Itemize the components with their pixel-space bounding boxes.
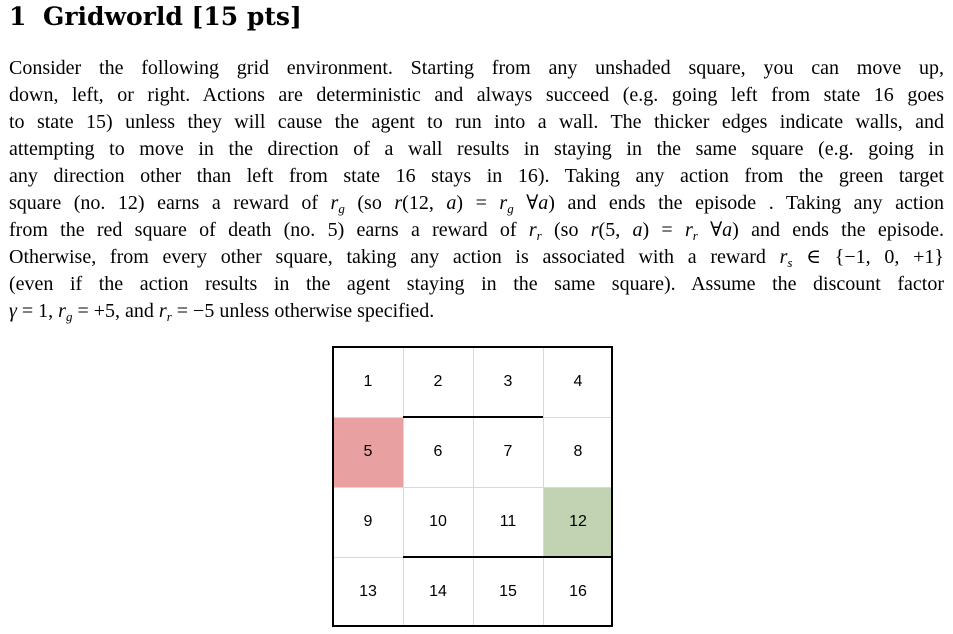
paragraph-text: r bbox=[158, 300, 167, 322]
paragraph-line: to state 15) unless they will cause the … bbox=[9, 109, 944, 136]
paragraph-text: Consider the following grid environment.… bbox=[9, 57, 944, 79]
paragraph-text: (so bbox=[344, 192, 395, 214]
paragraph-text: r bbox=[590, 219, 599, 241]
paragraph-line: γ = 1, rg = +5, and rr = −5 unless other… bbox=[9, 298, 944, 325]
paragraph-text: = +5, and bbox=[72, 300, 159, 322]
paragraph-text: (even if the action results in the agent… bbox=[9, 273, 944, 295]
paragraph-text: to state 15) unless they will cause the … bbox=[9, 111, 944, 133]
paragraph-line: any direction other than left from state… bbox=[9, 163, 944, 190]
paragraph-text: ) = bbox=[642, 219, 685, 241]
paragraph-text: from the red square of death (no. 5) ear… bbox=[9, 219, 529, 241]
wall-outer-left bbox=[332, 346, 334, 627]
wall-below-2-3 bbox=[403, 416, 543, 418]
grid-line-horizontal bbox=[332, 487, 613, 488]
paragraph-text: ) and ends the episode. bbox=[732, 219, 944, 241]
grid-cell-2: 2 bbox=[403, 347, 473, 417]
paragraph-line: (even if the action results in the agent… bbox=[9, 271, 944, 298]
grid-cell-12: 12 bbox=[543, 487, 613, 557]
paragraph-text: (so bbox=[541, 219, 591, 241]
grid-cell-10: 10 bbox=[403, 487, 473, 557]
grid-cell-8: 8 bbox=[543, 417, 613, 487]
paragraph-text: r bbox=[394, 192, 403, 214]
grid-cell-16: 16 bbox=[543, 557, 613, 627]
paragraph-text: r bbox=[528, 219, 537, 241]
section-title: Gridworld [15 pts] bbox=[43, 2, 302, 31]
paragraph-text: a bbox=[722, 219, 733, 241]
paragraph-line: from the red square of death (no. 5) ear… bbox=[9, 217, 944, 244]
paragraph-text: r bbox=[684, 219, 693, 241]
paragraph-text: ∀ bbox=[513, 192, 539, 214]
grid-cell-6: 6 bbox=[403, 417, 473, 487]
paragraph-line: Consider the following grid environment.… bbox=[9, 55, 944, 82]
paragraph-line: square (no. 12) earns a reward of rg (so… bbox=[9, 190, 944, 217]
gridworld-diagram: 1 2 3 4 5 6 7 8 9 10 11 12 13 14 15 16 bbox=[332, 346, 613, 627]
paragraph-line: down, left, or right. Actions are determ… bbox=[9, 82, 944, 109]
wall-outer-right bbox=[611, 346, 613, 627]
paragraph-text: a bbox=[632, 219, 643, 241]
paragraph-text: attempting to move in the direction of a… bbox=[9, 138, 944, 160]
paragraph-text: ∈ {−1, 0, +1} bbox=[792, 246, 945, 268]
wall-outer-top bbox=[332, 346, 613, 348]
paragraph-text: = 1, bbox=[16, 300, 59, 322]
paragraph-text: Otherwise, from every other square, taki… bbox=[9, 246, 780, 268]
grid-cell-7: 7 bbox=[473, 417, 543, 487]
paragraph-text: down, left, or right. Actions are determ… bbox=[9, 84, 944, 106]
paragraph-text: ∀ bbox=[697, 219, 723, 241]
wall-below-10-11-12 bbox=[403, 556, 613, 558]
paragraph-text: (5, bbox=[598, 219, 633, 241]
grid-cell-1: 1 bbox=[333, 347, 403, 417]
grid-line-vertical bbox=[543, 346, 544, 627]
paragraph-text: (12, bbox=[402, 192, 447, 214]
paragraph-text: = −5 unless otherwise specified. bbox=[171, 300, 435, 322]
grid-cell-11: 11 bbox=[473, 487, 543, 557]
paragraph-line: Otherwise, from every other square, taki… bbox=[9, 244, 944, 271]
grid-cell-14: 14 bbox=[403, 557, 473, 627]
wall-outer-bottom bbox=[332, 625, 613, 627]
grid-cell-4: 4 bbox=[543, 347, 613, 417]
grid-cell-3: 3 bbox=[473, 347, 543, 417]
grid-cell-13: 13 bbox=[333, 557, 403, 627]
problem-paragraph: Consider the following grid environment.… bbox=[9, 55, 944, 325]
paragraph-text: ) and ends the episode . Taking any acti… bbox=[548, 192, 944, 214]
section-heading: 1 Gridworld [15 pts] bbox=[9, 0, 302, 34]
paragraph-line: attempting to move in the direction of a… bbox=[9, 136, 944, 163]
grid-cell-9: 9 bbox=[333, 487, 403, 557]
paragraph-text: a bbox=[538, 192, 549, 214]
paragraph-text: a bbox=[446, 192, 457, 214]
paragraph-text: square (no. 12) earns a reward of bbox=[9, 192, 331, 214]
section-number: 1 bbox=[9, 2, 27, 31]
grid-cell-5: 5 bbox=[333, 417, 403, 487]
paragraph-text: ) = bbox=[456, 192, 500, 214]
paragraph-text: γ bbox=[9, 300, 17, 322]
grid-cell-15: 15 bbox=[473, 557, 543, 627]
paragraph-text: any direction other than left from state… bbox=[9, 165, 944, 187]
paragraph-text: r bbox=[58, 300, 66, 322]
